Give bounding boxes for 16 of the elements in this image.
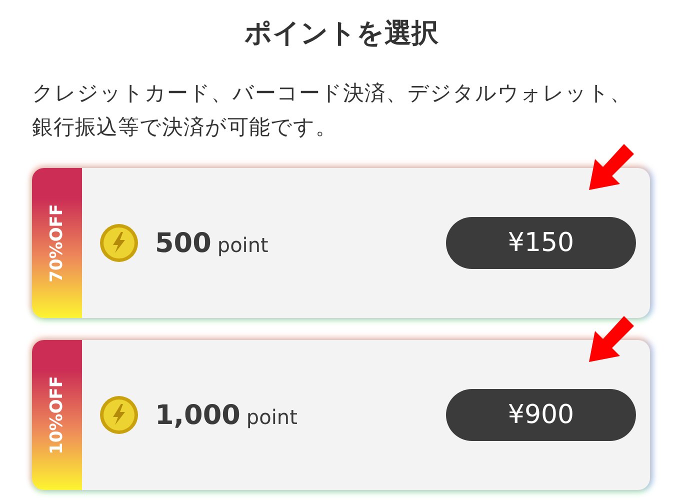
price-button[interactable]: ¥900 <box>446 389 636 441</box>
point-unit: point <box>246 405 298 429</box>
point-amount: 1,000 <box>155 400 240 430</box>
coin-icon <box>99 223 139 263</box>
arrow-icon <box>586 142 636 192</box>
discount-badge: 10%OFF <box>32 340 82 490</box>
description-text: クレジットカード、バーコード決済、デジタルウォレット、銀行振込等で決済が可能です。 <box>32 80 632 141</box>
page-title: ポイントを選択 <box>244 17 440 51</box>
price-button[interactable]: ¥150 <box>446 217 636 269</box>
coin-icon <box>99 395 139 435</box>
point-amount: 500 <box>155 228 212 258</box>
plan-card[interactable]: 70%OFF 500 point ¥150 <box>32 168 650 318</box>
arrow-icon <box>586 314 636 364</box>
discount-badge: 70%OFF <box>32 168 82 318</box>
point-unit: point <box>217 233 268 257</box>
plan-card[interactable]: 10%OFF 1,000 point ¥900 <box>32 340 650 490</box>
